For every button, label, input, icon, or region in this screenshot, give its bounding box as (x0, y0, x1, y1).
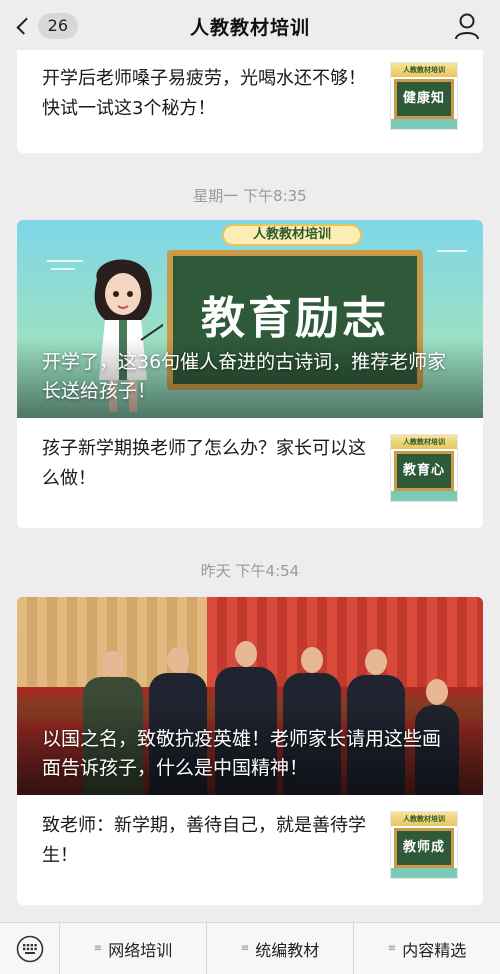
article-group-card: 教育励志 人教教材培训 开学了，这36句催人奋进的古诗词，推荐老师家长送给孩子！… (17, 220, 483, 528)
board-text: 教育励志 (201, 293, 389, 344)
keyboard-icon (16, 935, 43, 963)
profile-icon[interactable] (454, 12, 480, 40)
timestamp: 星期一 下午8:35 (193, 187, 307, 205)
page-title: 人教教材培训 (189, 17, 310, 39)
menu-icon: ≡ (387, 943, 397, 954)
article-thumbnail: 人教教材培训 健康知识 (390, 62, 458, 130)
thumb-label: 教师成长 (394, 828, 454, 878)
article-row[interactable]: 孩子新学期换老师了怎么办？家长可以这么做！ 人教教材培训 教育心得 (17, 418, 483, 528)
hero-article[interactable]: 教育励志 人教教材培训 开学了，这36句催人奋进的古诗词，推荐老师家长送给孩子！ (17, 220, 483, 418)
article-thumbnail: 人教教材培训 教育心得 (390, 434, 458, 502)
person-head (235, 641, 257, 667)
article-title: 孩子新学期换老师了怎么办？家长可以这么做！ (42, 438, 366, 489)
article-thumbnail: 人教教材培训 教师成长 (390, 811, 458, 879)
thumb-header: 人教教材培训 (391, 812, 457, 826)
person-head (301, 647, 323, 673)
brand-badge: 人教教材培训 (222, 224, 362, 246)
bottom-menu-bar: ≡ 网络培训 ≡ 统编教材 ≡ 内容精选 (0, 922, 500, 974)
decoration (437, 250, 467, 252)
top-bar: 26 人教教材培训 (0, 0, 500, 52)
article-row[interactable]: 致老师：新学期，善待自己，就是善待学生！ 人教教材培训 教师成长 (17, 795, 483, 905)
menu-item-label: 网络培训 (108, 940, 173, 960)
thumb-base (391, 119, 457, 129)
thumb-base (391, 868, 457, 878)
article-card[interactable]: 开学后老师嗓子易疲劳，光喝水还不够！快试一试这3个秘方！ 人教教材培训 健康知识 (17, 50, 483, 153)
hero-article[interactable]: 以国之名，致敬抗疫英雄！老师家长请用这些画面告诉孩子，什么是中国精神！ (17, 597, 483, 795)
hero-title: 开学了，这36句催人奋进的古诗词，推荐老师家长送给孩子！ (42, 351, 447, 402)
article-title: 致老师：新学期，善待自己，就是善待学生！ (42, 815, 366, 866)
article-title: 开学后老师嗓子易疲劳，光喝水还不够！快试一试这3个秘方！ (42, 68, 366, 119)
menu-icon: ≡ (93, 943, 103, 954)
person-head (102, 651, 124, 677)
menu-icon: ≡ (240, 943, 250, 954)
menu-item-featured[interactable]: ≡ 内容精选 (354, 923, 500, 974)
hero-title: 以国之名，致敬抗疫英雄！老师家长请用这些画面告诉孩子，什么是中国精神！ (42, 728, 442, 779)
thumb-base (391, 491, 457, 501)
thumb-label: 教育心得 (394, 451, 454, 501)
thumb-header: 人教教材培训 (391, 63, 457, 77)
thumb-header: 人教教材培训 (391, 435, 457, 449)
person-head (365, 649, 387, 675)
article-group-card: 以国之名，致敬抗疫英雄！老师家长请用这些画面告诉孩子，什么是中国精神！ 致老师：… (17, 597, 483, 905)
menu-item-textbooks[interactable]: ≡ 统编教材 (207, 923, 354, 974)
keyboard-toggle-button[interactable] (0, 923, 60, 974)
thumb-label: 健康知识 (394, 79, 454, 129)
menu-item-network-training[interactable]: ≡ 网络培训 (60, 923, 207, 974)
decoration (51, 268, 75, 270)
timestamp: 昨天 下午4:54 (200, 562, 300, 580)
decoration (47, 260, 83, 262)
article-row[interactable]: 开学后老师嗓子易疲劳，光喝水还不够！快试一试这3个秘方！ 人教教材培训 健康知识 (17, 50, 483, 153)
menu-item-label: 统编教材 (255, 940, 320, 960)
menu-item-label: 内容精选 (402, 940, 467, 960)
person-head (167, 647, 189, 673)
